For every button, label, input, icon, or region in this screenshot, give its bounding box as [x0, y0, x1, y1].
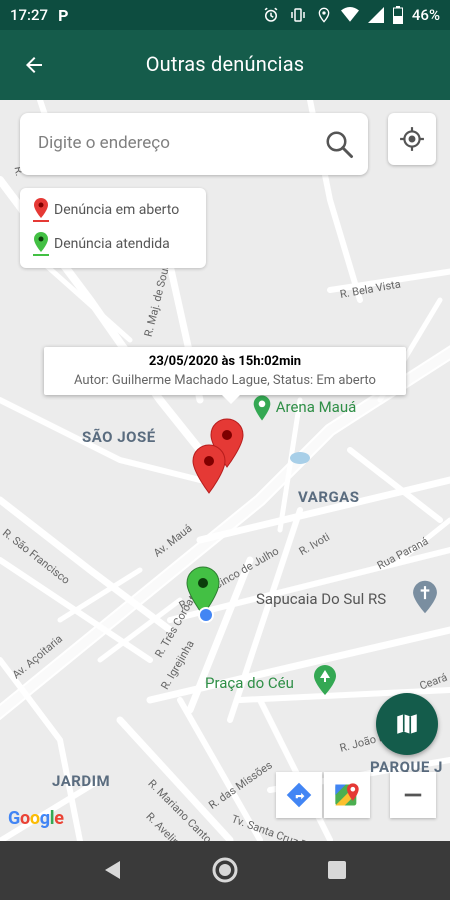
poi-label: Praça do Céu [205, 674, 294, 692]
circle-home-icon [212, 857, 238, 883]
map-icon [397, 714, 417, 734]
page-title: Outras denúncias [145, 52, 305, 76]
poi-arena-maua[interactable]: Arena Mauá [252, 395, 356, 421]
map-view[interactable]: SÃO JOSÉ VARGAS JARDIM PARQUE J R. Maj. … [0, 100, 450, 841]
church-icon [413, 580, 437, 614]
red-pin-icon [33, 198, 49, 222]
directions-icon [286, 782, 312, 808]
status-bar: 17:27 P 46% [0, 0, 450, 30]
app-bar: Outras denúncias [0, 30, 450, 100]
gps-target-icon [400, 127, 424, 151]
marker-open[interactable] [192, 444, 226, 494]
poi-label: Sapucaia Do Sul RS [256, 590, 387, 608]
battery-level: 46% [411, 6, 440, 24]
map-type-button[interactable] [376, 693, 438, 755]
search-icon[interactable] [324, 129, 354, 159]
map-legend: Denúncia em aberto Denúncia atendida [20, 188, 206, 268]
info-window-date: 23/05/2020 às 15h:02min [148, 354, 302, 369]
directions-button[interactable] [276, 772, 322, 818]
google-logo: Google [8, 808, 64, 829]
battery-icon [392, 6, 403, 24]
system-nav-bar [0, 841, 450, 900]
wifi-icon [340, 7, 359, 22]
nav-recents-button[interactable] [322, 855, 352, 885]
map-label-sao-jose: SÃO JOSÉ [82, 428, 156, 446]
signal-icon [367, 7, 384, 23]
legend-item-open: Denúncia em aberto [32, 197, 179, 223]
square-recents-icon [328, 861, 346, 879]
legend-label-attended: Denúncia atendida [54, 236, 170, 252]
google-maps-icon [335, 783, 359, 806]
marker-info-window[interactable]: 23/05/2020 às 15h:02min Autor: Guilherme… [44, 347, 406, 404]
zoom-out-button[interactable] [390, 772, 436, 818]
info-window-details: Autor: Guilherme Machado Lague, Status: … [74, 373, 376, 388]
minus-icon [404, 793, 422, 797]
poi-sapucaia[interactable]: Sapucaia Do Sul RS [256, 590, 386, 608]
my-location-button[interactable] [388, 113, 436, 165]
legend-item-attended: Denúncia atendida [32, 231, 170, 257]
nav-back-button[interactable] [98, 855, 128, 885]
poi-pin-icon [253, 395, 271, 421]
triangle-back-icon [105, 861, 120, 879]
vibrate-icon [291, 8, 305, 22]
poi-praca-do-ceu[interactable]: Praça do Céu [205, 674, 294, 692]
location-icon [318, 7, 330, 23]
green-pin-icon [33, 232, 49, 256]
nav-home-button[interactable] [210, 855, 240, 885]
status-time: 17:27 [10, 6, 49, 24]
map-label-vargas: VARGAS [298, 488, 360, 506]
current-location-dot [198, 607, 214, 623]
search-input[interactable]: Digite o endereço [38, 133, 170, 153]
open-google-maps-button[interactable] [324, 772, 370, 818]
map-label-jardim: JARDIM [52, 772, 111, 790]
legend-label-open: Denúncia em aberto [54, 202, 180, 218]
poi-label: Arena Mauá [275, 397, 357, 416]
address-search-box[interactable]: Digite o endereço [20, 113, 368, 175]
park-icon [314, 665, 336, 695]
alarm-icon [264, 7, 278, 22]
parking-app-icon: P [58, 5, 69, 25]
